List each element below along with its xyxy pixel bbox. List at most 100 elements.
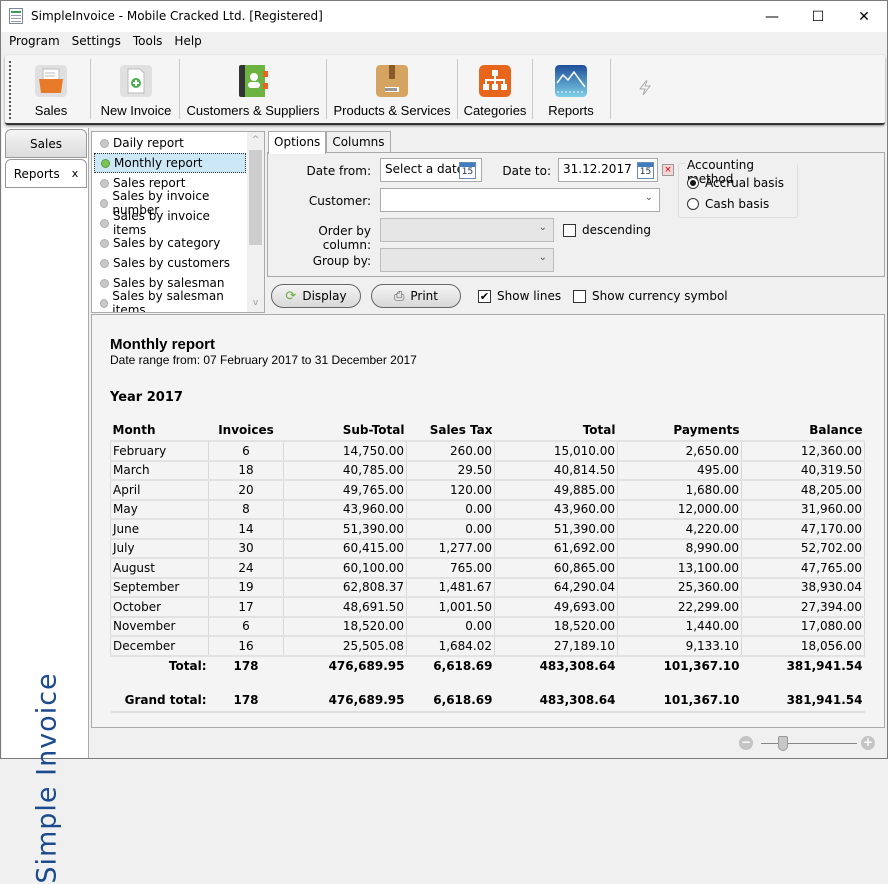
cash-basis-radio[interactable]: Cash basis bbox=[687, 197, 769, 211]
list-item[interactable]: Sales by invoice items bbox=[94, 209, 246, 237]
bullet-icon bbox=[100, 298, 109, 308]
app-window: SimpleInvoice - Mobile Cracked Ltd. [Reg… bbox=[0, 0, 888, 884]
tab-sales[interactable]: Sales bbox=[5, 129, 87, 158]
show-lines-checkbox[interactable]: ✔ Show lines bbox=[478, 289, 561, 303]
table-cell: 62,808.37 bbox=[283, 576, 407, 598]
toolbar-customers-button[interactable]: Customers & Suppliers bbox=[181, 57, 325, 121]
menu-tools[interactable]: Tools bbox=[127, 32, 169, 52]
lightning-icon[interactable] bbox=[637, 80, 653, 96]
list-scrollbar[interactable]: ^ v bbox=[247, 132, 264, 312]
list-item[interactable]: Sales by customers bbox=[94, 253, 246, 273]
table-cell: 43,960.00 bbox=[494, 498, 618, 520]
date-to-value: 31.12.2017 bbox=[563, 162, 632, 176]
menu-bar: Program Settings Tools Help bbox=[1, 32, 887, 52]
date-from-label: Date from: bbox=[306, 164, 371, 178]
display-button[interactable]: ⟳ Display bbox=[271, 284, 361, 308]
print-button[interactable]: ⎙ Print bbox=[371, 284, 461, 308]
tab-options[interactable]: Options bbox=[268, 131, 327, 154]
column-header: Invoices bbox=[218, 422, 274, 437]
list-item-selected[interactable]: Monthly report bbox=[94, 153, 246, 173]
table-cell: 40,785.00 bbox=[283, 459, 407, 481]
maximize-button[interactable]: ☐ bbox=[795, 1, 841, 32]
table-row: February 6 14,750.00 260.00 15,010.00 2,650.0… bbox=[110, 440, 865, 462]
zoom-in-icon[interactable]: + bbox=[861, 736, 875, 750]
accrual-basis-radio[interactable]: Accrual basis bbox=[687, 176, 784, 190]
order-by-label: Order by column: bbox=[318, 224, 371, 252]
toolbar-products-button[interactable]: Products & Services bbox=[328, 57, 456, 121]
toolbar-reports-button[interactable]: Reports bbox=[534, 57, 608, 121]
table-cell: 12,000.00 bbox=[617, 498, 742, 520]
descending-checkbox[interactable]: descending bbox=[563, 223, 651, 237]
zoom-slider-track[interactable] bbox=[761, 743, 857, 744]
menu-help[interactable]: Help bbox=[168, 32, 207, 52]
report-viewer[interactable]: Monthly report Date range from: 07 Febru… bbox=[91, 314, 885, 728]
calendar-icon[interactable]: 15 bbox=[637, 162, 654, 179]
date-to-picker[interactable]: 31.12.2017 15 bbox=[558, 158, 658, 182]
list-item[interactable]: Sales by salesman items bbox=[94, 289, 246, 312]
table-cell: 60,100.00 bbox=[283, 557, 407, 579]
new-invoice-icon bbox=[120, 65, 152, 97]
table-cell: 1,481.67 bbox=[406, 576, 495, 598]
table-cell: 14 bbox=[208, 518, 284, 540]
table-cell: 18 bbox=[208, 459, 284, 481]
table-cell: 381,941.54 bbox=[786, 659, 863, 673]
minimize-button[interactable]: — bbox=[749, 1, 795, 32]
table-cell: 6,618.69 bbox=[433, 659, 493, 673]
bullet-icon bbox=[100, 258, 109, 268]
toolbar-separator bbox=[610, 59, 611, 119]
date-from-picker[interactable]: Select a date 15 bbox=[380, 158, 482, 182]
toolbar-new-invoice-button[interactable]: New Invoice bbox=[93, 57, 179, 121]
menu-program[interactable]: Program bbox=[3, 32, 66, 52]
close-tab-icon[interactable]: x bbox=[72, 167, 79, 180]
list-item[interactable]: Daily report bbox=[94, 133, 246, 153]
table-cell: 6,618.69 bbox=[406, 689, 495, 713]
list-item-label: Sales report bbox=[113, 176, 186, 190]
date-to-label: Date to: bbox=[502, 164, 551, 178]
table-cell: 495.00 bbox=[617, 459, 742, 481]
calendar-icon[interactable]: 15 bbox=[459, 162, 476, 179]
toolbar-sales-button[interactable]: Sales bbox=[11, 57, 91, 121]
table-row: December 16 25,505.08 1,684.02 27,189.10 9,13… bbox=[110, 635, 865, 657]
show-currency-checkbox[interactable]: Show currency symbol bbox=[573, 289, 728, 303]
table-cell: 6 bbox=[208, 615, 284, 637]
scroll-up-icon[interactable]: ^ bbox=[247, 132, 264, 149]
radio-icon bbox=[687, 198, 699, 210]
spacer-row bbox=[111, 676, 865, 690]
address-book-icon bbox=[239, 65, 268, 97]
clear-date-icon[interactable]: × bbox=[662, 164, 674, 176]
table-cell: 60,865.00 bbox=[494, 557, 618, 579]
scroll-down-icon[interactable]: v bbox=[247, 295, 264, 312]
table-cell: 31,960.00 bbox=[741, 498, 865, 520]
accrual-basis-label: Accrual basis bbox=[705, 176, 785, 190]
tab-reports[interactable]: Reports x bbox=[5, 159, 87, 188]
table-cell: 0.00 bbox=[406, 518, 495, 540]
toolbar-categories-button[interactable]: Categories bbox=[458, 57, 532, 121]
zoom-slider-handle[interactable] bbox=[778, 736, 789, 751]
table-row: July 30 60,415.00 1,277.00 61,692.00 8,990.00… bbox=[110, 537, 865, 559]
table-cell: 49,693.00 bbox=[494, 596, 618, 618]
table-cell: 9,133.10 bbox=[617, 635, 742, 657]
group-by-combobox[interactable]: ⌄ bbox=[380, 248, 554, 272]
tab-columns[interactable]: Columns bbox=[326, 131, 391, 153]
tab-reports-label: Reports bbox=[13, 166, 60, 181]
close-button[interactable]: ✕ bbox=[841, 1, 887, 32]
menu-settings[interactable]: Settings bbox=[66, 32, 127, 52]
options-tabs: Options Columns bbox=[268, 131, 391, 154]
list-item-label: Monthly report bbox=[114, 156, 203, 170]
table-cell: 27,394.00 bbox=[741, 596, 865, 618]
report-type-list[interactable]: Daily report Monthly report Sales report… bbox=[91, 131, 265, 313]
list-item[interactable]: Sales by category bbox=[94, 233, 246, 253]
customer-combobox[interactable]: ⌄ bbox=[380, 188, 660, 212]
table-cell: 381,941.54 bbox=[741, 689, 865, 713]
order-by-combobox[interactable]: ⌄ bbox=[380, 218, 554, 242]
toolbar-new-invoice-label: New Invoice bbox=[100, 103, 172, 118]
report-year-heading: Year 2017 bbox=[110, 390, 183, 405]
spacer-cell bbox=[111, 676, 865, 690]
table-cell: 8 bbox=[208, 498, 284, 520]
table-cell: 24 bbox=[208, 557, 284, 579]
table-cell: 49,765.00 bbox=[283, 479, 407, 501]
scrollbar-thumb[interactable] bbox=[249, 150, 262, 245]
zoom-out-icon[interactable]: − bbox=[739, 736, 753, 750]
show-currency-label: Show currency symbol bbox=[592, 289, 728, 303]
table-cell: September bbox=[110, 576, 209, 598]
